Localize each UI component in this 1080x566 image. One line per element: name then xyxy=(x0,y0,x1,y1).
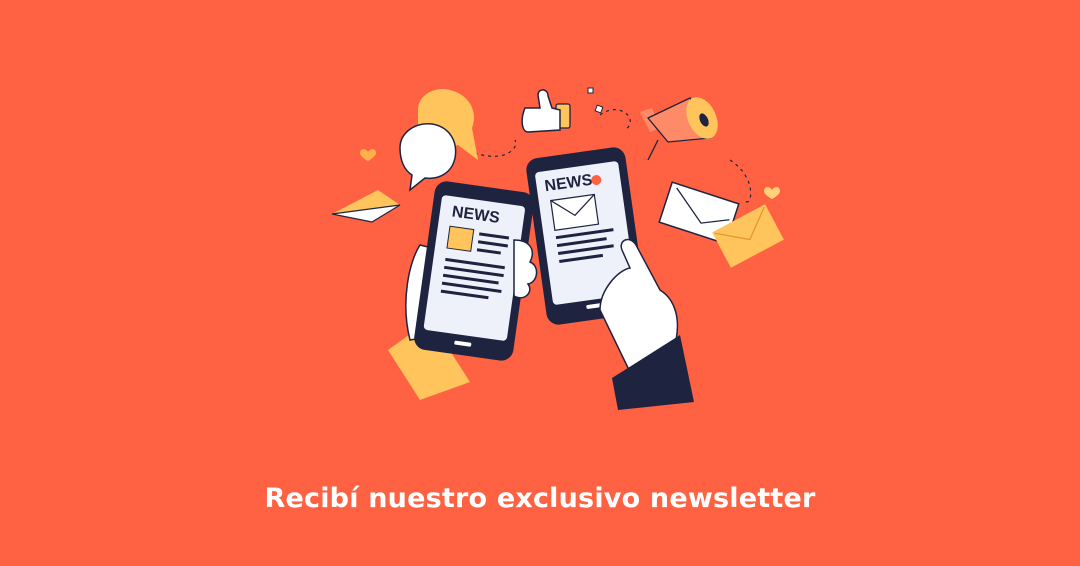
headline: Recibí nuestro exclusivo newsletter xyxy=(264,483,816,514)
heart-icon xyxy=(360,149,376,161)
megaphone-icon xyxy=(640,97,718,161)
heart-icon xyxy=(764,187,780,199)
newsletter-banner: NEWS NEWS Recibí nuestro exclusivo newsl… xyxy=(0,0,1080,566)
newsletter-illustration: NEWS NEWS xyxy=(331,87,784,410)
thumbs-up-icon xyxy=(521,89,571,133)
speech-bubbles-icon xyxy=(399,89,478,192)
paper-plane-icon xyxy=(331,190,401,223)
